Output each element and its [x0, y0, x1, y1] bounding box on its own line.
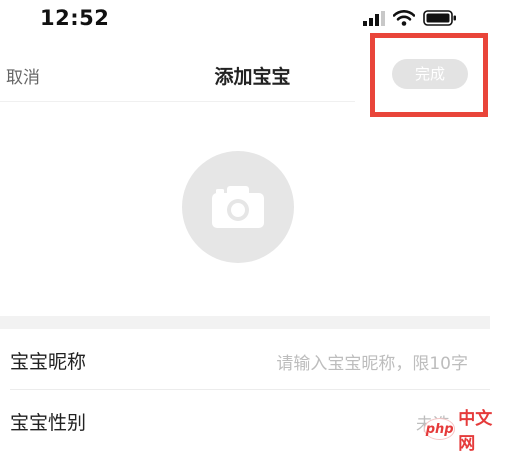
gender-row[interactable]: 宝宝性别 未选 [0, 391, 490, 449]
row-divider [10, 389, 490, 390]
battery-icon [423, 10, 456, 26]
gender-label: 宝宝性别 [10, 412, 87, 434]
nav-divider [0, 101, 355, 102]
section-separator [0, 316, 490, 329]
avatar-upload-button[interactable] [182, 151, 294, 263]
status-time: 12:52 [40, 6, 110, 30]
done-button[interactable]: 完成 [392, 59, 468, 89]
camera-icon [212, 186, 264, 228]
signal-icon [363, 10, 385, 26]
nickname-input[interactable]: 请输入宝宝昵称，限10字 [276, 349, 468, 374]
nickname-row[interactable]: 宝宝昵称 请输入宝宝昵称，限10字 [0, 330, 490, 388]
status-icons [363, 10, 457, 26]
wifi-icon [393, 10, 415, 26]
watermark: php 中文网 [424, 404, 505, 454]
nickname-label: 宝宝昵称 [10, 351, 87, 373]
watermark-text: 中文网 [458, 409, 493, 454]
watermark-logo: php [424, 418, 456, 440]
